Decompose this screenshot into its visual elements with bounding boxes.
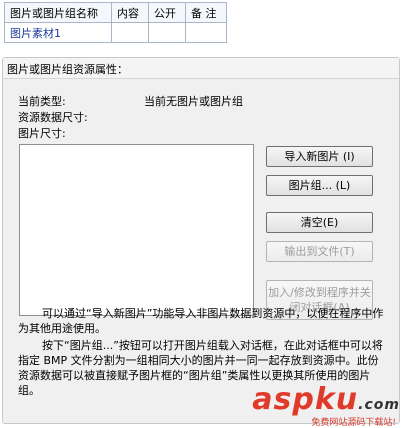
watermark-logo: aspku.com 免费网站源码下载站! [228, 382, 400, 428]
column-header-name[interactable]: 图片或图片组名称 [4, 2, 112, 23]
watermark-logo-main: asp [252, 382, 315, 417]
image-group-button[interactable]: 图片组... (L) [266, 175, 373, 196]
watermark-logo-text: aspku.com [252, 382, 400, 417]
current-type-value: 当前无图片或图片组 [144, 95, 243, 108]
watermark-tagline: 免费网站源码下载站! [311, 418, 396, 428]
content-cell[interactable] [111, 22, 149, 43]
column-header-note[interactable]: 备 注 [185, 2, 227, 23]
table-header-row: 图片或图片组名称 内容 公开 备 注 [4, 2, 227, 23]
watermark-logo-tld: .com [358, 397, 400, 413]
public-cell[interactable] [148, 22, 186, 43]
current-type-label: 当前类型: [18, 95, 66, 108]
clear-button[interactable]: 清空(E) [266, 212, 373, 233]
export-to-file-button[interactable]: 输出到文件(T) [266, 241, 373, 262]
note-cell[interactable] [185, 22, 227, 43]
column-header-content[interactable]: 内容 [111, 2, 149, 23]
panel-header: 图片或图片组资源属性： [3, 58, 399, 79]
column-header-public[interactable]: 公开 [148, 2, 186, 23]
resource-properties-panel: 图片或图片组资源属性： 当前类型: 当前无图片或图片组 资源数据尺寸: 图片尺寸… [2, 57, 400, 424]
image-preview-box[interactable] [19, 144, 254, 316]
image-size-label: 图片尺寸: [18, 127, 66, 140]
watermark-logo-accent: ku [314, 382, 359, 417]
table-row[interactable]: 图片素材1 [4, 22, 227, 43]
resource-name-cell[interactable]: 图片素材1 [4, 22, 112, 43]
resource-table: 图片或图片组名称 内容 公开 备 注 图片素材1 [4, 2, 227, 43]
panel-title: 图片或图片组资源属性： [7, 63, 128, 76]
import-image-button[interactable]: 导入新图片 (I) [266, 146, 373, 167]
data-size-label: 资源数据尺寸: [18, 111, 88, 124]
help-text-import: 可以通过“导入新图片”功能导入非图片数据到资源中，以便在程序中作为其他用途使用。 [18, 307, 384, 335]
